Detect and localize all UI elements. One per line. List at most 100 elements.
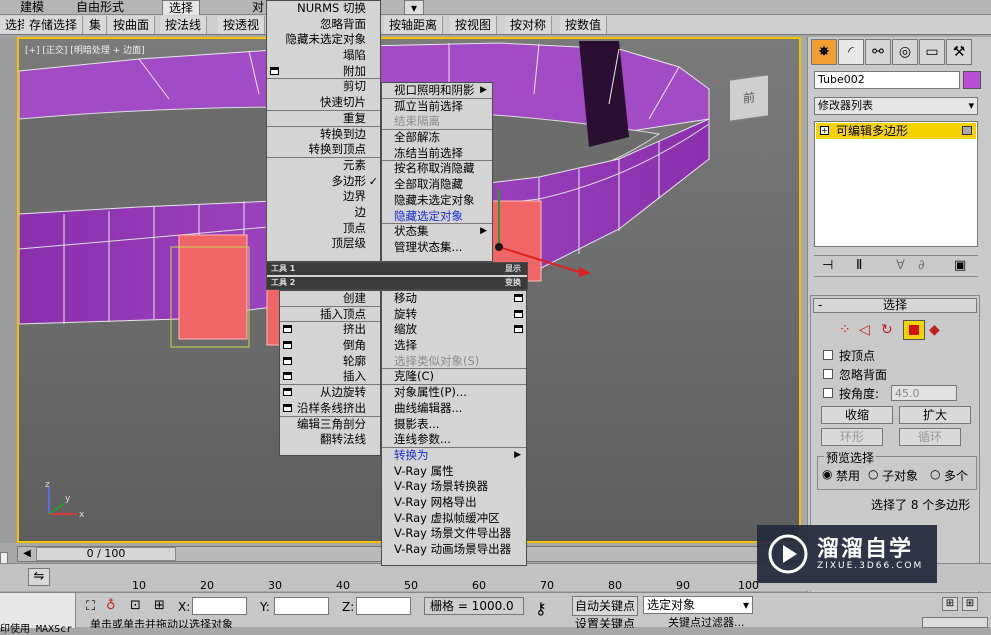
ribbon-by-symmetry-button[interactable]: 按对称 <box>505 16 553 34</box>
menu-bevel[interactable]: 倒角 <box>280 338 380 354</box>
ribbon-dropdown-button[interactable]: ▾ <box>404 0 425 15</box>
by-vertex-checkbox[interactable] <box>823 350 833 360</box>
menu-select[interactable]: 选择 <box>382 338 526 354</box>
isolate-icon[interactable]: ♁ <box>106 598 116 613</box>
motion-tab-icon[interactable]: ◎ <box>892 39 918 65</box>
menu-vray-scene-converter[interactable]: V-Ray 场景转换器 <box>382 479 526 495</box>
key-filter-dropdown[interactable]: 选定对象 ▾ <box>643 596 753 614</box>
maxscript-listener[interactable]: 印使用 MAXScr <box>0 593 76 635</box>
menu-vray-mesh-export[interactable]: V-Ray 网格导出 <box>382 495 526 511</box>
y-coord-field[interactable] <box>274 597 329 615</box>
shrink-button[interactable]: 收缩 <box>821 406 893 424</box>
ribbon-set-button[interactable]: 集 <box>84 16 108 34</box>
time-prev-icon[interactable]: ◀ <box>20 547 34 561</box>
settings-box-icon[interactable] <box>514 309 523 318</box>
remove-modifier-icon[interactable]: ∂ <box>918 258 925 273</box>
ribbon-by-value-button[interactable]: 按数值 <box>560 16 608 34</box>
angle-spinner[interactable]: 45.0 <box>891 385 957 401</box>
menu-create[interactable]: 创建 <box>280 291 380 307</box>
ribbon-store-selection-button[interactable]: 存储选择 <box>24 16 84 34</box>
pin-stack-icon[interactable]: ⊣ <box>822 258 833 273</box>
modify-tab-icon[interactable]: ◜ <box>838 39 864 65</box>
settings-box-icon[interactable] <box>283 341 292 350</box>
menu-hide-unselected-right[interactable]: 隐藏未选定对象 <box>382 193 492 209</box>
tab-freeform[interactable]: 自由形式 <box>70 0 130 15</box>
modifier-stack[interactable]: + 可编辑多边形 <box>814 121 978 247</box>
utilities-tab-icon[interactable]: ⚒ <box>946 39 972 65</box>
stack-light-icon[interactable] <box>962 126 972 135</box>
make-unique-icon[interactable]: ∀ <box>896 258 905 273</box>
mini-curve-editor-icon[interactable]: ⇋ <box>28 568 50 586</box>
menu-move[interactable]: 移动 <box>382 291 526 307</box>
edge-level-icon[interactable]: ◁ <box>859 322 870 338</box>
tab-modeling[interactable]: 建模 <box>14 0 50 15</box>
menu-convert-to[interactable]: 转换为 ▶ <box>382 448 526 464</box>
menu-hinge-from-edge[interactable]: 从边旋转 <box>280 385 380 401</box>
tab-selection[interactable]: 选择 <box>162 0 201 15</box>
menu-edge[interactable]: 边 <box>267 205 380 221</box>
settings-box-icon[interactable] <box>270 66 279 75</box>
menu-vray-scene-file-exporter[interactable]: V-Ray 场景文件导出器 <box>382 526 526 542</box>
menu-scale[interactable]: 缩放 <box>382 322 526 338</box>
menu-wire-parameters[interactable]: 连线参数... <box>382 432 526 448</box>
ribbon-by-perspective-button[interactable]: 按透视 <box>218 16 266 34</box>
ribbon-by-surface-button[interactable]: 按曲面 <box>108 16 156 34</box>
menu-manage-state-sets[interactable]: 管理状态集... <box>382 240 492 256</box>
element-level-icon[interactable]: ◆ <box>929 322 940 338</box>
menu-repeat[interactable]: 重复 <box>267 111 380 127</box>
expand-icon[interactable]: + <box>820 126 829 135</box>
configure-sets-icon[interactable]: ▣ <box>954 258 966 273</box>
menu-ignore-backfacing[interactable]: 忽略背面 <box>267 17 380 33</box>
menu-insert-vertex[interactable]: 插入顶点 <box>280 307 380 323</box>
menu-vray-animated-scene-exporter[interactable]: V-Ray 动画场景导出器 <box>382 542 526 558</box>
menu-outline[interactable]: 轮廓 <box>280 354 380 370</box>
selection-lock-icon[interactable]: ⛶ <box>86 599 95 614</box>
menu-curve-editor[interactable]: 曲线编辑器... <box>382 401 526 417</box>
menu-object-properties[interactable]: 对象属性(P)... <box>382 385 526 401</box>
radio-subobject-icon[interactable]: ○ <box>868 467 878 481</box>
radio-multiple-icon[interactable]: ○ <box>930 467 940 481</box>
rollout-header[interactable]: - 选择 <box>813 298 977 313</box>
object-name-input[interactable]: Tube002 <box>814 71 960 89</box>
menu-nurms-toggle[interactable]: NURMS 切换 <box>267 1 380 17</box>
viewport-label[interactable]: [+] [正交] [明暗处理 + 边面] <box>25 43 145 56</box>
ribbon-by-normal-button[interactable]: 按法线 <box>160 16 208 34</box>
show-end-result-icon[interactable]: Ⅱ <box>856 258 862 273</box>
time-config-field[interactable] <box>922 617 988 628</box>
menu-top-level[interactable]: 顶层级 <box>267 236 380 252</box>
set-key-key-icon[interactable]: ⚷ <box>535 599 547 618</box>
menu-vray-properties[interactable]: V-Ray 属性 <box>382 464 526 480</box>
hierarchy-tab-icon[interactable]: ⚯ <box>865 39 891 65</box>
menu-edit-triangulation[interactable]: 编辑三角剖分 <box>280 417 380 433</box>
menu-dope-sheet[interactable]: 摄影表... <box>382 417 526 433</box>
modifier-list-dropdown[interactable]: 修改器列表 ▾ <box>814 97 978 115</box>
menu-convert-to-vertex[interactable]: 转换到顶点 <box>267 142 380 158</box>
menu-unhide-by-name[interactable]: 按名称取消隐藏 <box>382 161 492 177</box>
menu-viewport-lighting[interactable]: 视口照明和阴影 ▶ <box>382 83 492 99</box>
viewcube[interactable]: 前 <box>729 74 769 122</box>
menu-extrude[interactable]: 挤出 <box>280 322 380 338</box>
menu-rotate[interactable]: 旋转 <box>382 307 526 323</box>
loop-button[interactable]: 循环 <box>899 428 961 446</box>
auto-key-button[interactable]: 自动关键点 <box>572 596 638 616</box>
key-filters-button[interactable]: 关键点过滤器... <box>668 617 758 628</box>
zoom-extents-icon[interactable]: ⊞ <box>942 597 958 611</box>
ignore-backfacing-checkbox[interactable] <box>823 369 833 379</box>
menu-collapse[interactable]: 塌陷 <box>267 48 380 64</box>
menu-convert-to-edge[interactable]: 转换到边 <box>267 127 380 143</box>
menu-freeze-selection[interactable]: 冻结当前选择 <box>382 146 492 162</box>
menu-border[interactable]: 边界 <box>267 189 380 205</box>
menu-hide-unselected[interactable]: 隐藏未选定对象 <box>267 32 380 48</box>
settings-box-icon[interactable] <box>283 325 292 334</box>
menu-element[interactable]: 元素 <box>267 158 380 174</box>
radio-disabled-icon[interactable]: ◉ <box>822 467 832 481</box>
menu-clone[interactable]: 克隆(C) <box>382 369 526 386</box>
settings-box-icon[interactable] <box>514 325 523 334</box>
menu-isolate-selection[interactable]: 孤立当前选择 <box>382 99 492 115</box>
time-slider-thumb[interactable]: 0 / 100 <box>36 547 176 561</box>
vertex-level-icon[interactable]: ⁘ <box>839 322 851 338</box>
menu-unfreeze-all[interactable]: 全部解冻 <box>382 130 492 146</box>
stack-item-editable-poly[interactable]: + 可编辑多边形 <box>816 123 976 139</box>
settings-box-icon[interactable] <box>283 356 292 365</box>
menu-attach[interactable]: 附加 <box>267 64 380 80</box>
